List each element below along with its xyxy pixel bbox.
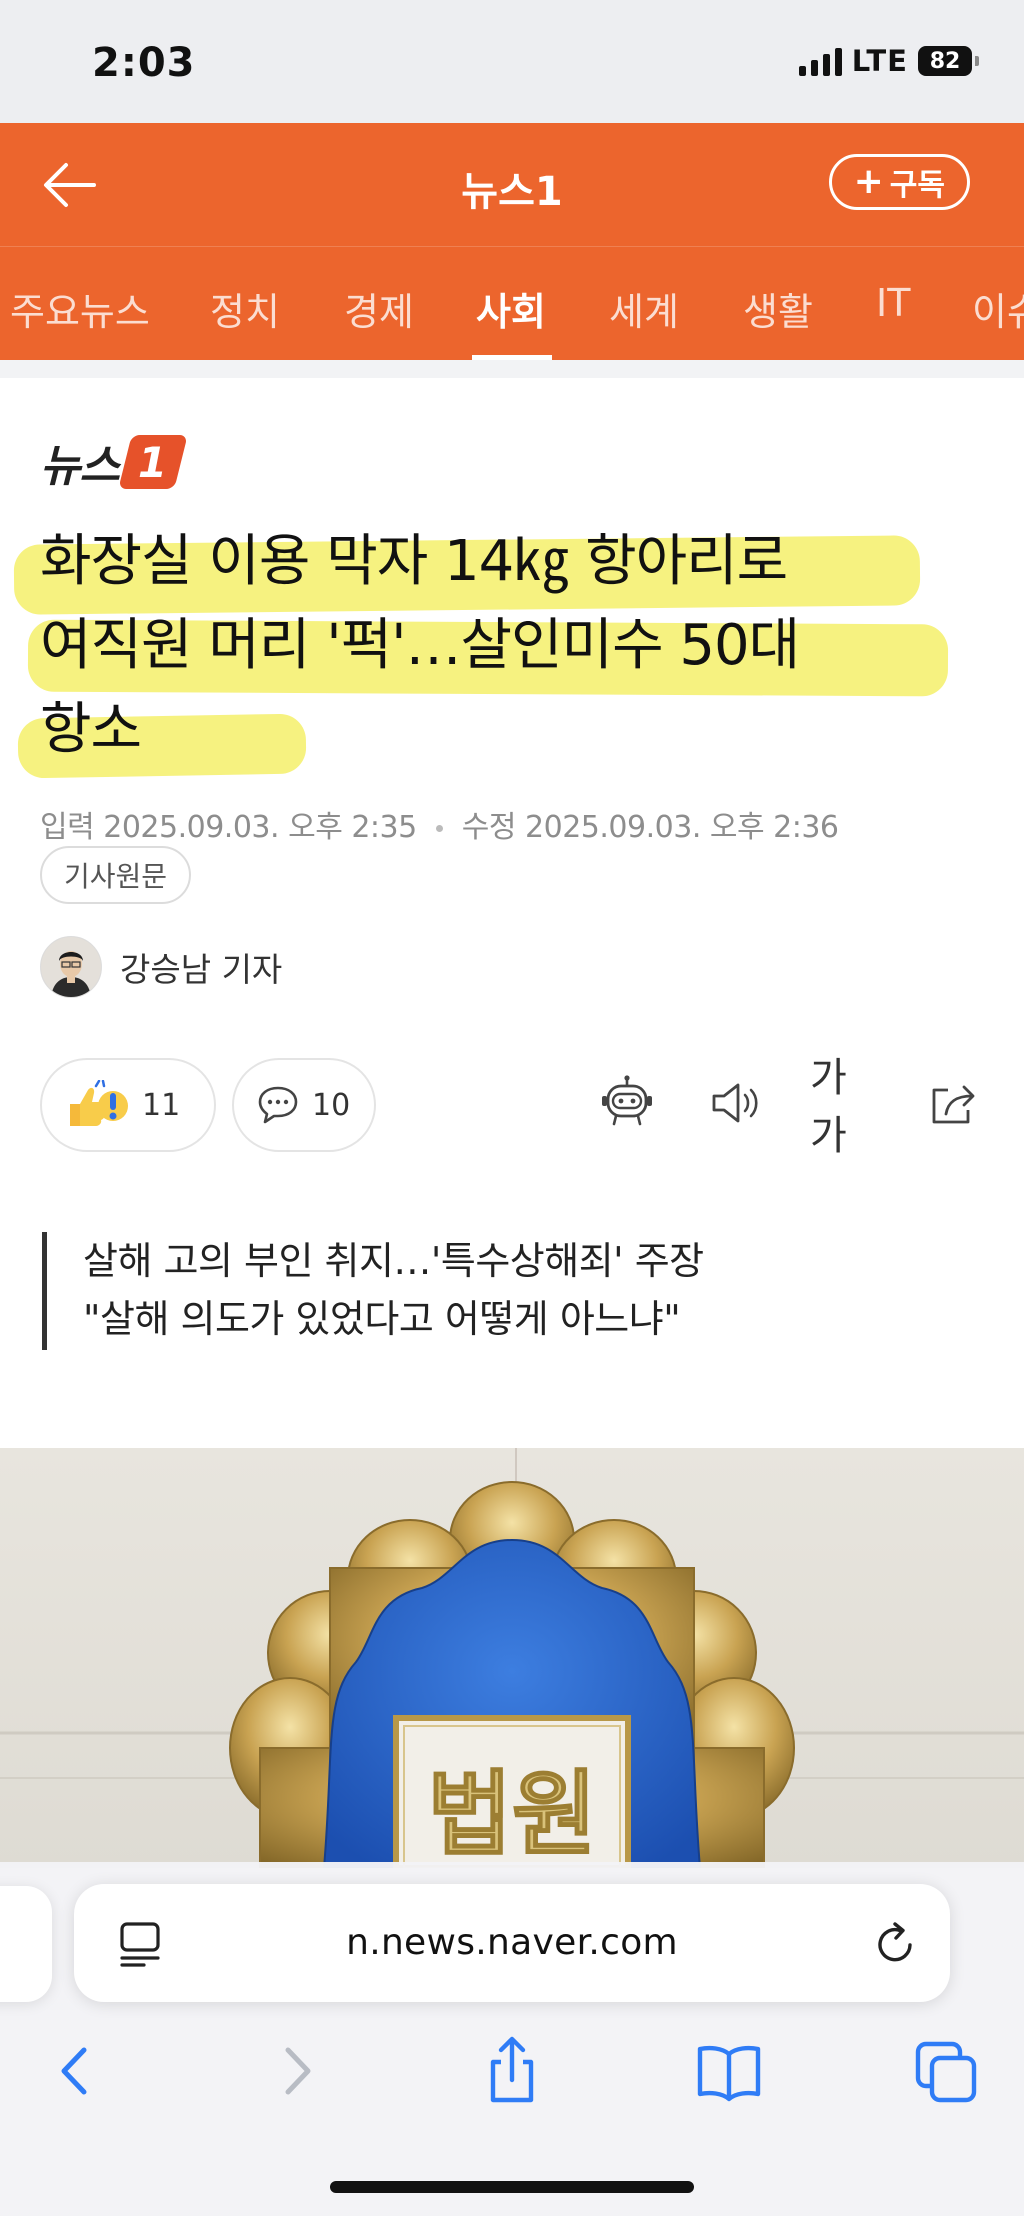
reload-icon	[878, 1922, 912, 1962]
battery-level: 82	[929, 48, 961, 74]
comment-bubble-icon	[258, 1086, 298, 1124]
ai-summary-button[interactable]	[596, 1072, 658, 1134]
tab-economy[interactable]: 경제	[344, 281, 414, 336]
book-icon	[697, 2045, 761, 2102]
article-photo[interactable]: 법원	[0, 1448, 1024, 1868]
summary-line: 살해 고의 부인 취지…'특수상해죄' 주장	[83, 1239, 704, 1283]
chevron-left-icon	[61, 2047, 87, 2095]
robot-icon	[602, 1075, 652, 1126]
headline-line: 항소	[40, 697, 142, 762]
subscribe-label: 구독	[889, 168, 945, 203]
status-bar: 2:03 LTE 82	[0, 0, 1024, 123]
tab-life[interactable]: 생활	[743, 281, 813, 336]
tabs-icon	[915, 2041, 977, 2103]
previous-tab-preview[interactable]	[0, 1886, 52, 2002]
read-aloud-button[interactable]	[704, 1072, 766, 1134]
reporter-avatar	[40, 936, 102, 998]
reporter-name: 강승남 기자	[120, 950, 283, 989]
bookmarks-button[interactable]	[694, 2036, 764, 2106]
input-time: 2025.09.03. 오후 2:35	[103, 810, 417, 845]
subscribe-button[interactable]: + 구독	[828, 154, 970, 210]
share-upload-icon	[490, 2036, 534, 2103]
summary-line: "살해 의도가 있었다고 어떻게 아느냐"	[83, 1297, 681, 1341]
article-timestamps: 입력 2025.09.03. 오후 2:35 수정 2025.09.03. 오후…	[40, 802, 839, 846]
comments-button[interactable]: 10	[232, 1058, 376, 1152]
category-tabs: 주요뉴스 정치 경제 사회 세계 생활 IT 이슈	[0, 246, 1024, 361]
reaction-count: 11	[142, 1087, 181, 1123]
article-summary: 살해 고의 부인 취지…'특수상해죄' 주장 "살해 의도가 있었다고 어떻게 …	[42, 1232, 704, 1350]
reaction-button[interactable]: 11	[40, 1058, 216, 1152]
browser-back-button[interactable]	[40, 2036, 110, 2106]
browser-forward-button[interactable]	[262, 2036, 332, 2106]
modified-time: 2025.09.03. 오후 2:36	[525, 810, 839, 845]
comment-count: 10	[312, 1087, 351, 1123]
speaker-icon	[712, 1083, 758, 1123]
address-bar[interactable]: n.news.naver.com	[74, 1884, 950, 2002]
publisher-logo[interactable]: 뉴스 1	[40, 430, 188, 494]
input-label: 입력	[40, 810, 95, 845]
url-text: n.news.naver.com	[346, 1922, 678, 1963]
divider	[0, 360, 1024, 378]
font-size-button[interactable]: 가가	[810, 1055, 872, 1159]
battery-icon: 82	[918, 46, 979, 76]
tab-it[interactable]: IT	[876, 281, 910, 325]
publisher-logo-text: 뉴스	[40, 441, 120, 492]
status-indicators: LTE 82	[798, 44, 979, 78]
app-header: 뉴스1 + 구독	[0, 123, 1024, 246]
font-size-label: 가가	[810, 1055, 847, 1159]
share-button[interactable]	[922, 1072, 984, 1134]
network-type: LTE	[851, 44, 908, 78]
plus-icon: +	[853, 161, 884, 202]
reporter-info[interactable]: 강승남 기자	[40, 936, 282, 998]
signal-icon	[798, 46, 842, 76]
separator-dot	[435, 825, 443, 832]
tab-politics[interactable]: 정치	[210, 281, 280, 336]
thumbs-up-emoji-icon	[70, 1080, 128, 1126]
court-plaque-text: 법원	[427, 1761, 596, 1868]
browser-share-button[interactable]	[477, 2036, 547, 2106]
chevron-right-icon	[285, 2047, 311, 2095]
tab-main-news[interactable]: 주요뉴스	[10, 281, 150, 336]
publisher-logo-mark: 1	[118, 435, 188, 489]
tab-world[interactable]: 세계	[609, 281, 679, 336]
home-indicator	[330, 2181, 694, 2193]
tabs-button[interactable]	[912, 2036, 982, 2106]
headline-line: 여직원 머리 '퍽'…살인미수 50대	[40, 613, 800, 678]
modified-label: 수정	[461, 810, 517, 845]
court-emblem-image: 법원	[0, 1448, 1024, 1868]
tab-issue[interactable]: 이슈	[972, 281, 1024, 336]
original-article-button[interactable]: 기사원문	[40, 846, 192, 904]
headline-line: 화장실 이용 막자 14㎏ 항아리로	[40, 529, 788, 594]
tab-society[interactable]: 사회	[476, 281, 546, 336]
share-icon	[932, 1085, 975, 1124]
status-time: 2:03	[92, 40, 196, 86]
article-headline: 화장실 이용 막자 14㎏ 항아리로 여직원 머리 '퍽'…살인미수 50대 항…	[40, 520, 980, 772]
